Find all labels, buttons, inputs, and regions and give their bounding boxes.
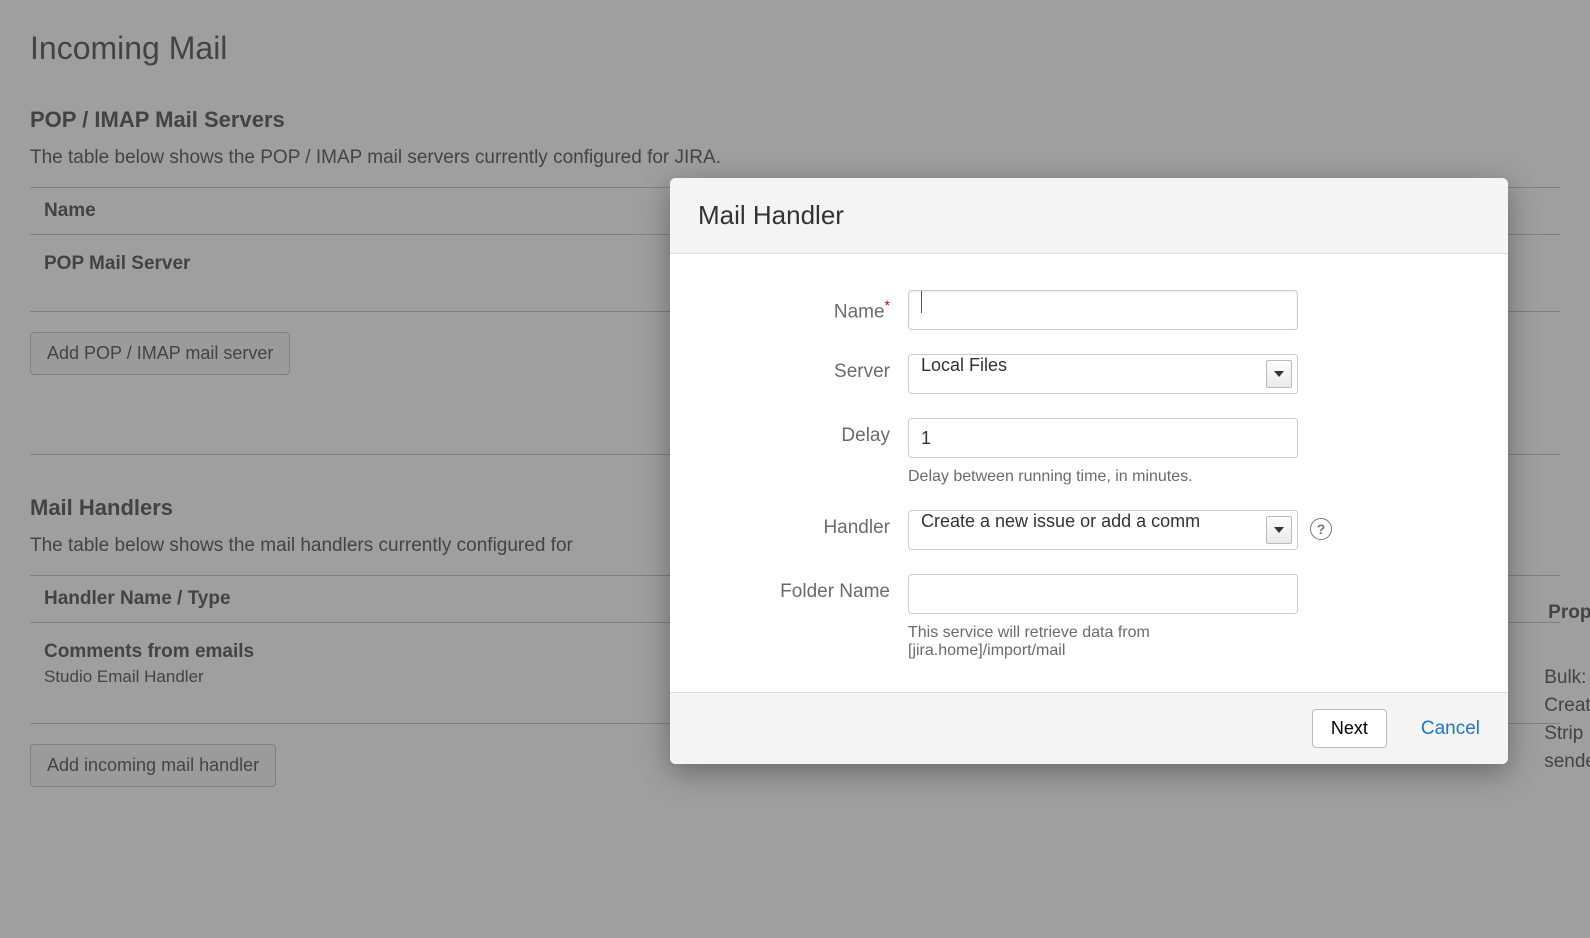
delay-label: Delay: [698, 418, 908, 447]
form-row-folder: Folder Name This service will retrieve d…: [698, 574, 1480, 660]
dialog-title: Mail Handler: [698, 200, 1480, 231]
name-input[interactable]: [908, 290, 1298, 330]
folder-label: Folder Name: [698, 574, 908, 603]
server-select[interactable]: Local Files: [908, 354, 1298, 394]
mail-handler-dialog: Mail Handler Name* Server Local Files: [670, 178, 1508, 764]
form-row-server: Server Local Files: [698, 354, 1480, 394]
cancel-link[interactable]: Cancel: [1421, 718, 1480, 740]
next-button[interactable]: Next: [1312, 709, 1387, 748]
handler-select[interactable]: Create a new issue or add a comm: [908, 510, 1298, 550]
delay-help: Delay between running time, in minutes.: [908, 468, 1298, 486]
form-row-name: Name*: [698, 290, 1480, 330]
folder-help: This service will retrieve data from [ji…: [908, 624, 1298, 660]
dialog-header: Mail Handler: [670, 178, 1508, 254]
dialog-footer: Next Cancel: [670, 692, 1508, 764]
form-row-handler: Handler Create a new issue or add a comm…: [698, 510, 1480, 550]
help-icon[interactable]: ?: [1310, 518, 1332, 540]
delay-input[interactable]: [908, 418, 1298, 458]
text-cursor: [921, 291, 922, 313]
handler-label: Handler: [698, 510, 908, 539]
server-label: Server: [698, 354, 908, 383]
dialog-body: Name* Server Local Files Delay: [670, 254, 1508, 692]
folder-input[interactable]: [908, 574, 1298, 614]
name-label: Name*: [698, 290, 908, 323]
form-row-delay: Delay Delay between running time, in min…: [698, 418, 1480, 486]
